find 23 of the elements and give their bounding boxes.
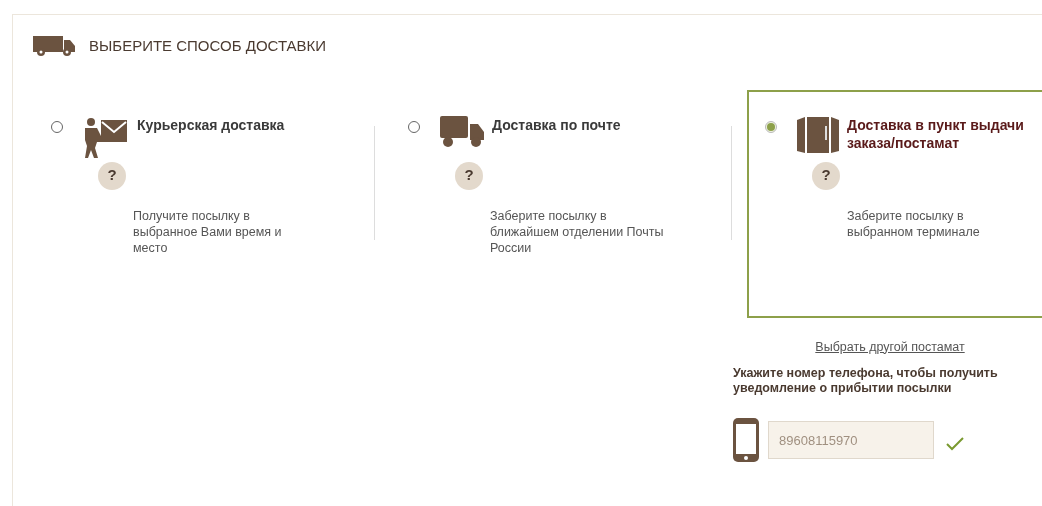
delivery-option-card[interactable]: Доставка в пункт выдачи заказа/постамат ? Заберите посылку в выбранном терминале [747, 89, 1042, 318]
van-icon [33, 36, 75, 57]
option-description: Получите посылку в выбранное Вами время и место [133, 207, 283, 256]
option-title: Доставка в пункт выдачи заказа/постамат [847, 115, 1025, 152]
radio-button[interactable] [408, 120, 420, 133]
radio-button[interactable] [765, 120, 777, 133]
help-button[interactable]: ? [98, 161, 126, 190]
delivery-option-card[interactable]: Доставка по почте ? Заберите посылку в ближайшем отделении Почты России [390, 89, 716, 318]
option-title: Доставка по почте [492, 115, 622, 134]
phone-icon [733, 418, 759, 463]
courier-icon [83, 115, 129, 158]
help-button[interactable]: ? [812, 161, 840, 190]
option-description: Заберите посылку в выбранном терминале [847, 207, 981, 240]
phone-prompt: Укажите номер телефона, чтобы получить уведомление о прибытии посылки [733, 366, 999, 397]
help-button[interactable]: ? [455, 161, 483, 190]
change-locker-link[interactable]: Выбрать другой постамат [815, 337, 965, 357]
option-title: Курьерская доставка [137, 115, 286, 134]
section-title: ВЫБЕРИТЕ СПОСОБ ДОСТАВКИ [89, 36, 327, 56]
radio-button[interactable] [51, 120, 63, 133]
option-description: Заберите посылку в ближайшем отделении Почты России [490, 207, 665, 256]
delivery-option-card[interactable]: Курьерская доставка ? Получите посылку в выбранное Вами время и место [33, 89, 359, 318]
truck-icon [440, 115, 484, 148]
parcel-locker-icon [797, 115, 839, 154]
